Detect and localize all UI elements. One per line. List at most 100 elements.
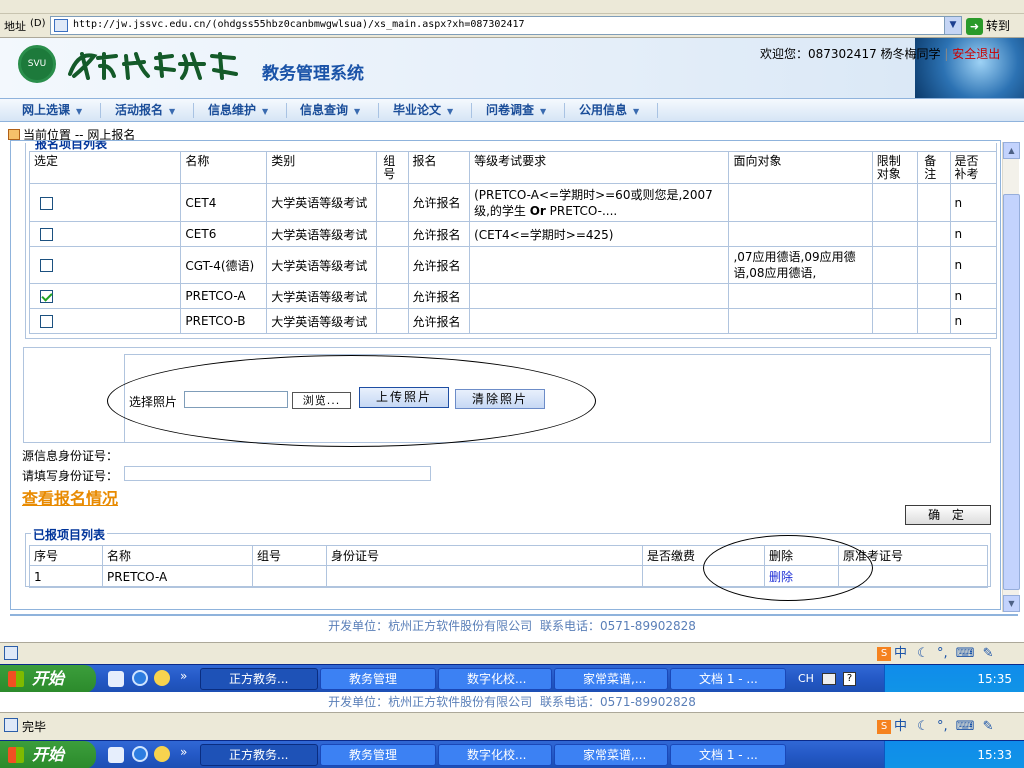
more-icon[interactable]: » bbox=[180, 745, 187, 759]
id-number-input[interactable] bbox=[124, 466, 431, 481]
nav-label: 活动报名 bbox=[115, 103, 164, 117]
taskbar-button-folder[interactable]: 教务管理 bbox=[320, 668, 436, 690]
taskbar-button-doc[interactable]: 文档 1 - ... bbox=[670, 668, 786, 690]
taskbar-button-doc[interactable]: 文档 1 - ... bbox=[670, 744, 786, 766]
nav-online-course[interactable]: 网上选课 ▼ bbox=[22, 99, 82, 121]
col-header: 选定 bbox=[28, 151, 182, 184]
taskbar-button-folder[interactable]: 教务管理 bbox=[320, 744, 436, 766]
start-button[interactable]: 开始 bbox=[0, 665, 96, 693]
nav-survey[interactable]: 问卷调查 ▼ bbox=[486, 99, 546, 121]
ime-label: 中 bbox=[894, 646, 908, 661]
quicklaunch-app-icon[interactable] bbox=[108, 671, 124, 687]
view-registration-link[interactable]: 查看报名情况 bbox=[22, 485, 118, 509]
name-cell: CGT-4(德语) bbox=[180, 246, 268, 284]
confirm-button[interactable]: 确 定 bbox=[905, 505, 991, 525]
makeup-cell: n bbox=[949, 221, 998, 247]
makeup-cell: n bbox=[949, 308, 998, 334]
restrict-cell bbox=[871, 183, 919, 222]
ime-toolbar[interactable]: S中 ☾ °, ⌨ ✎ bbox=[877, 717, 1024, 737]
ie-icon[interactable] bbox=[132, 670, 148, 686]
address-bar: 地址 (D) http://jw.jssvc.edu.cn/(ohdgss55h… bbox=[0, 14, 1024, 38]
taskbar-label: 教务管理 bbox=[349, 748, 398, 762]
ie-page-icon bbox=[4, 646, 18, 660]
row-checkbox-checked[interactable] bbox=[40, 290, 53, 303]
nav-info-maintain[interactable]: 信息维护 ▼ bbox=[208, 99, 268, 121]
browse-button[interactable]: 浏览... bbox=[292, 392, 351, 409]
restrict-cell bbox=[871, 221, 919, 247]
scroll-up-icon[interactable]: ▲ bbox=[1003, 142, 1020, 159]
language-indicator[interactable]: CH bbox=[798, 665, 814, 693]
go-button[interactable]: ➜ 转到 bbox=[966, 16, 1022, 36]
makeup-cell: n bbox=[949, 246, 998, 284]
row-checkbox[interactable] bbox=[40, 315, 53, 328]
start-button[interactable]: 开始 bbox=[0, 741, 96, 768]
target-cell bbox=[728, 221, 873, 247]
ie-icon[interactable] bbox=[132, 746, 148, 762]
group-cell bbox=[376, 183, 409, 222]
taskbar-button-campus[interactable]: 数字化校... bbox=[438, 744, 552, 766]
help-icon[interactable]: ? bbox=[843, 672, 856, 686]
nav-thesis[interactable]: 毕业论文 ▼ bbox=[393, 99, 453, 121]
go-arrow-icon: ➜ bbox=[966, 18, 983, 35]
chevron-down-icon: ▼ bbox=[169, 107, 176, 116]
photo-path-input[interactable] bbox=[184, 391, 288, 408]
qq-icon[interactable] bbox=[154, 670, 170, 686]
row-checkbox[interactable] bbox=[40, 259, 53, 272]
punct-icon: °, bbox=[936, 646, 948, 661]
system-tray: 15:35 bbox=[884, 665, 1024, 693]
name-cell: PRETCO-A bbox=[180, 283, 268, 309]
select-cell bbox=[28, 246, 182, 284]
qq-icon[interactable] bbox=[154, 746, 170, 762]
remark-cell bbox=[917, 308, 951, 334]
col-header: 名称 bbox=[180, 151, 268, 184]
remark-cell bbox=[917, 221, 951, 247]
nav-divider bbox=[471, 103, 472, 118]
requirement-cell bbox=[469, 246, 730, 284]
table-row: PRETCO-B 大学英语等级考试 允许报名 n bbox=[28, 308, 998, 334]
wrench-icon: ✎ bbox=[982, 646, 994, 661]
index-cell: 1 bbox=[29, 565, 103, 588]
school-name-calligraphy bbox=[68, 52, 238, 80]
registered-legend: 已报项目列表 bbox=[31, 526, 108, 543]
scroll-down-icon[interactable]: ▼ bbox=[1003, 595, 1020, 612]
category-cell: 大学英语等级考试 bbox=[266, 246, 378, 284]
logout-link[interactable]: 安全退出 bbox=[952, 47, 1000, 61]
restrict-cell bbox=[871, 308, 919, 334]
col-header: 面向对象 bbox=[728, 151, 873, 184]
nav-info-query[interactable]: 信息查询 ▼ bbox=[300, 99, 360, 121]
ime-toolbar[interactable]: S中 ☾ °, ⌨ ✎ bbox=[877, 644, 1024, 664]
footer-developer: 开发单位：杭州正方软件股份有限公司 bbox=[328, 695, 533, 709]
keyboard-icon[interactable] bbox=[822, 673, 836, 685]
quicklaunch-app-icon[interactable] bbox=[108, 747, 124, 763]
shortcut-hint: (D) bbox=[30, 18, 46, 29]
status-cell: 允许报名 bbox=[407, 283, 471, 309]
nav-activity-signup[interactable]: 活动报名 ▼ bbox=[115, 99, 175, 121]
nav-public-info[interactable]: 公用信息 ▼ bbox=[579, 99, 639, 121]
row-checkbox[interactable] bbox=[40, 228, 53, 241]
vertical-scrollbar[interactable]: ▲ ▼ bbox=[1002, 142, 1020, 612]
row-checkbox[interactable] bbox=[40, 196, 53, 210]
nav-label: 网上选课 bbox=[22, 103, 71, 117]
url-dropdown-icon[interactable]: ▼ bbox=[944, 17, 961, 34]
clear-photo-button[interactable]: 清除照片 bbox=[455, 389, 545, 409]
col-header: 类别 bbox=[266, 151, 378, 184]
url-input[interactable]: http://jw.jssvc.edu.cn/(ohdgss55hbz0canb… bbox=[50, 16, 962, 35]
taskbar-button-recipe[interactable]: 家常菜谱,... bbox=[554, 668, 668, 690]
col-header: 是否补考 bbox=[949, 151, 998, 184]
col-header: 名称 bbox=[102, 545, 253, 566]
nav-label: 公用信息 bbox=[579, 103, 628, 117]
taskbar-button-recipe[interactable]: 家常菜谱,... bbox=[554, 744, 668, 766]
table-row: CET6 大学英语等级考试 允许报名 (CET4<=学期时>=425) n bbox=[28, 221, 998, 247]
group-cell bbox=[376, 308, 409, 334]
category-cell: 大学英语等级考试 bbox=[266, 183, 378, 222]
keyboard-icon: ⌨ bbox=[955, 719, 975, 734]
more-icon[interactable]: » bbox=[180, 669, 187, 683]
category-cell: 大学英语等级考试 bbox=[266, 283, 378, 309]
taskbar-button-zf[interactable]: 正方教务... bbox=[200, 668, 318, 690]
taskbar-button-zf[interactable]: 正方教务... bbox=[200, 744, 318, 766]
taskbar-button-campus[interactable]: 数字化校... bbox=[438, 668, 552, 690]
photo-label: 选择照片 bbox=[129, 395, 178, 409]
taskbar-label: 正方教务... bbox=[229, 748, 289, 762]
scroll-thumb[interactable] bbox=[1003, 194, 1020, 590]
upload-photo-button[interactable]: 上传照片 bbox=[359, 387, 449, 408]
